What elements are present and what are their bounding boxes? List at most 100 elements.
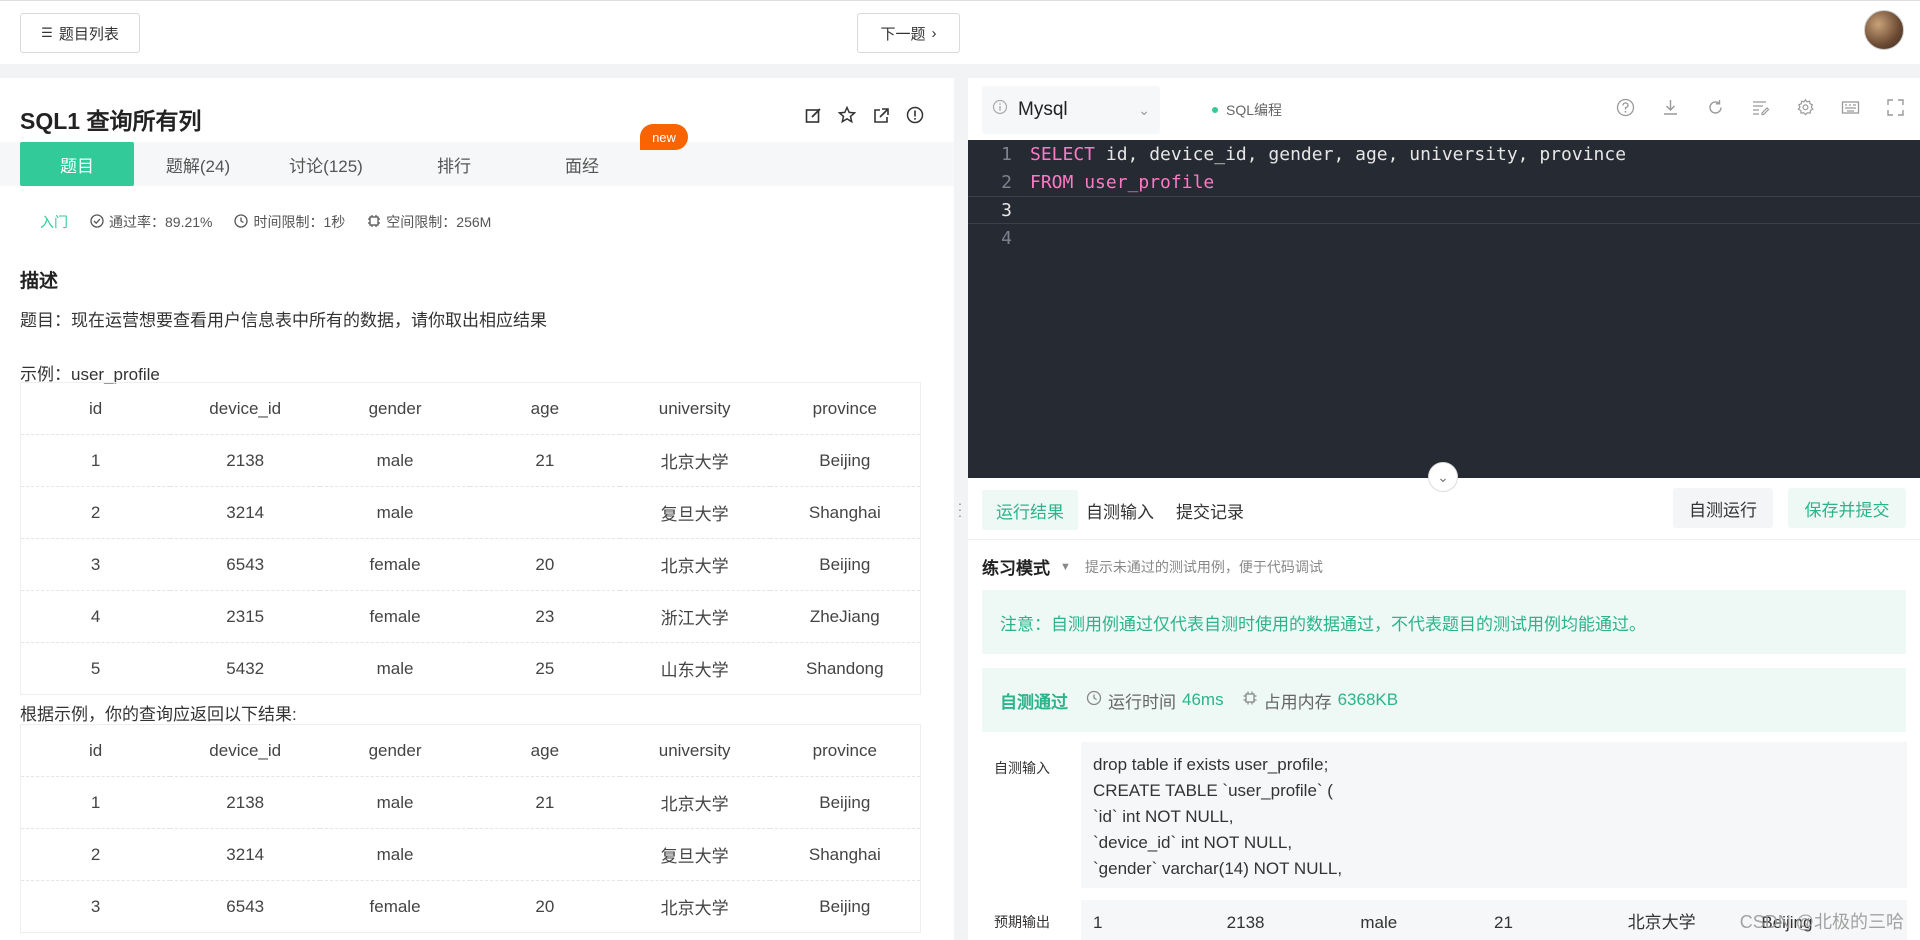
editor-header: Mysql ⌄ SQL编程 bbox=[968, 78, 1920, 140]
result-table: id device_id gender age university provi… bbox=[20, 724, 921, 933]
table-cell: Shandong bbox=[769, 642, 921, 695]
title-toolbar bbox=[804, 106, 924, 124]
next-problem-label: 下一题 bbox=[880, 25, 926, 43]
table-cell: 5432 bbox=[170, 642, 321, 695]
table-cell: ZheJiang bbox=[769, 590, 921, 643]
table-row: 2 3214 male 复旦大学 Shanghai bbox=[20, 828, 921, 881]
reset-icon[interactable] bbox=[1704, 98, 1726, 122]
table-cell: 4 bbox=[20, 590, 171, 643]
code-editor[interactable]: 1 SELECT id, device_id, gender, age, uni… bbox=[968, 140, 1920, 478]
table-header-row: id device_id gender age university provi… bbox=[20, 724, 921, 777]
table-cell: 3214 bbox=[170, 828, 321, 881]
language-select[interactable]: Mysql ⌄ bbox=[982, 86, 1160, 134]
table-cell: Beijing bbox=[769, 538, 921, 591]
output-cell: 1 bbox=[1093, 913, 1103, 932]
table-cell: 23 bbox=[469, 590, 620, 643]
table-cell: Beijing bbox=[769, 880, 921, 933]
code-panel: Mysql ⌄ SQL编程 1 SELECT id, device_id, ge… bbox=[968, 78, 1920, 940]
table-cell: 2 bbox=[20, 486, 171, 539]
input-line: `id` int NOT NULL, bbox=[1093, 807, 1234, 826]
submit-button[interactable]: 保存并提交 bbox=[1788, 488, 1906, 528]
table-cell: 北京大学 bbox=[619, 434, 770, 487]
format-icon[interactable] bbox=[1749, 98, 1771, 122]
run-button[interactable]: 自测运行 bbox=[1673, 488, 1773, 528]
tab-discussion[interactable]: 讨论(125) bbox=[262, 142, 390, 186]
avatar[interactable] bbox=[1864, 10, 1904, 50]
tab-submissions[interactable]: 提交记录 bbox=[1162, 490, 1258, 530]
fullscreen-icon[interactable] bbox=[1884, 98, 1906, 122]
table-row: 1 2138 male 21 北京大学 Beijing bbox=[20, 434, 921, 487]
table-cell: 浙江大学 bbox=[619, 590, 770, 643]
table-cell: 2315 bbox=[170, 590, 321, 643]
output-cell: male bbox=[1360, 913, 1398, 932]
chip-icon bbox=[367, 214, 381, 231]
tab-problem[interactable]: 题目 bbox=[20, 142, 134, 186]
code-line: 1 SELECT id, device_id, gender, age, uni… bbox=[968, 140, 1920, 168]
table-cell: male bbox=[320, 642, 470, 695]
table-cell: 3 bbox=[20, 538, 171, 591]
clock-icon bbox=[1086, 690, 1102, 711]
column-header: id bbox=[20, 382, 171, 435]
custom-input-box: drop table if exists user_profile; CREAT… bbox=[1081, 742, 1907, 888]
sql-text: id, device_id, gender, age, university, … bbox=[1095, 143, 1627, 165]
result-summary: 自测通过 运行时间 46ms 占用内存 6368KB bbox=[982, 668, 1906, 732]
table-cell: 21 bbox=[469, 776, 620, 829]
tab-run-result[interactable]: 运行结果 bbox=[982, 490, 1078, 530]
line-number: 1 bbox=[1001, 143, 1012, 165]
top-bar: ☰ 题目列表 下一题 › bbox=[0, 0, 1920, 64]
example-table: id device_id gender age university provi… bbox=[20, 382, 921, 695]
runtime-label: 运行时间 bbox=[1108, 692, 1176, 712]
table-cell: Shanghai bbox=[769, 486, 921, 539]
column-header: province bbox=[769, 724, 921, 777]
panel-resize-handle[interactable]: · · · bbox=[957, 496, 963, 522]
problem-meta: 入门 通过率：89.21% 时间限制：1秒 空间限制：256M bbox=[40, 212, 491, 232]
input-line: `gender` varchar(14) NOT NULL, bbox=[1093, 859, 1343, 878]
table-cell: 1 bbox=[20, 434, 171, 487]
star-icon[interactable] bbox=[838, 106, 856, 124]
keyboard-icon[interactable] bbox=[1839, 98, 1861, 122]
download-icon[interactable] bbox=[1659, 98, 1681, 122]
settings-icon[interactable] bbox=[1794, 98, 1816, 122]
help-icon[interactable] bbox=[1614, 98, 1636, 122]
problem-panel: SQL1 查询所有列 题目 题解(24) 讨论(125) 排行 面经 new 入… bbox=[0, 78, 954, 940]
table-row: 5 5432 male 25 山东大学 Shandong bbox=[20, 642, 921, 695]
column-header: university bbox=[619, 724, 770, 777]
input-line: drop table if exists user_profile; bbox=[1093, 755, 1329, 774]
info-icon bbox=[992, 99, 1008, 121]
problem-list-button[interactable]: ☰ 题目列表 bbox=[20, 13, 140, 53]
info-icon[interactable] bbox=[906, 106, 924, 124]
column-header: age bbox=[469, 724, 620, 777]
result-tabs: 运行结果 自测输入 提交记录 bbox=[968, 478, 1920, 540]
next-problem-button[interactable]: 下一题 › bbox=[857, 13, 960, 53]
line-number: 3 bbox=[1001, 199, 1012, 221]
table-row: 2 3214 male 复旦大学 Shanghai bbox=[20, 486, 921, 539]
space-limit: 空间限制：256M bbox=[367, 212, 491, 232]
code-line: 2 FROM user_profile bbox=[968, 168, 1920, 196]
table-cell: 北京大学 bbox=[619, 776, 770, 829]
memory-stat: 占用内存 6368KB bbox=[1242, 688, 1398, 713]
result-label: 根据示例，你的查询应返回以下结果: bbox=[20, 705, 297, 724]
table-cell: 5 bbox=[20, 642, 171, 695]
expected-output-label: 预期输出 bbox=[994, 914, 1050, 930]
table-row: 3 6543 female 20 北京大学 Beijing bbox=[20, 538, 921, 591]
table-cell: 2138 bbox=[170, 776, 321, 829]
output-cell: 21 bbox=[1494, 913, 1513, 932]
line-number: 2 bbox=[1001, 171, 1012, 193]
share-icon[interactable] bbox=[872, 106, 890, 124]
table-cell: 20 bbox=[469, 538, 620, 591]
notice-banner: 注意：自测用例通过仅代表自测时使用的数据通过，不代表题目的测试用例均能通过。 bbox=[982, 590, 1906, 654]
tab-ranking[interactable]: 排行 bbox=[390, 142, 518, 186]
column-header: university bbox=[619, 382, 770, 435]
space-limit-text: 空间限制：256M bbox=[386, 214, 492, 230]
edit-icon[interactable] bbox=[804, 106, 822, 124]
caret-down-icon[interactable]: ▼ bbox=[1060, 561, 1071, 573]
table-cell: male bbox=[320, 434, 470, 487]
memory-label: 占用内存 bbox=[1263, 692, 1332, 712]
tab-solutions[interactable]: 题解(24) bbox=[134, 142, 262, 186]
practice-mode-select[interactable]: 练习模式 bbox=[982, 554, 1050, 579]
tab-interview[interactable]: 面经 bbox=[518, 142, 646, 186]
column-header: province bbox=[769, 382, 921, 435]
sql-keyword: FROM bbox=[1030, 171, 1074, 193]
time-limit-text: 时间限制：1秒 bbox=[253, 214, 346, 230]
tab-custom-input[interactable]: 自测输入 bbox=[1072, 490, 1168, 530]
